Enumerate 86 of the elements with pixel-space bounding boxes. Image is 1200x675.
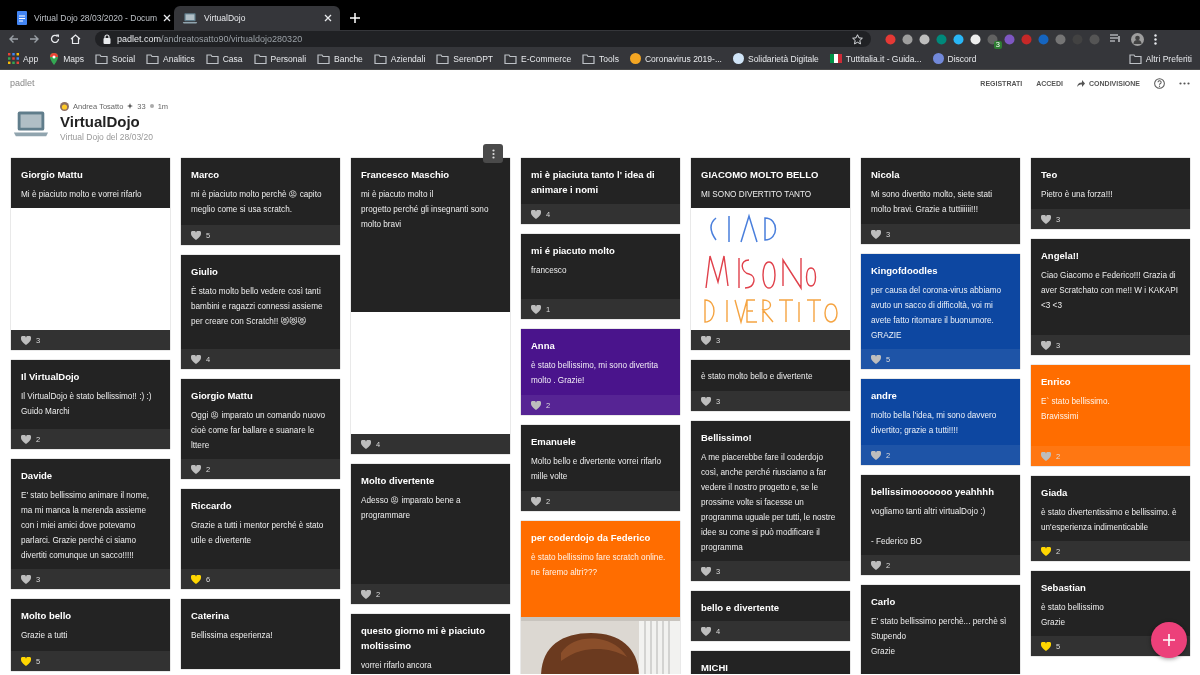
post-title: MICHI: [701, 661, 729, 674]
post-text: Pietro è una forza!!!: [1041, 189, 1114, 201]
post-card[interactable]: Carlo E' stato bellissimo perchè... perchè sì Stupendo Grazie: [861, 585, 1020, 674]
post-text: Mi sono divertito molto, siete stati molto bravi. Grazie a tuttiiiiii!!!: [871, 189, 994, 216]
bookmark[interactable]: Coronavirus 2019-...: [629, 53, 722, 64]
post-text: vogliamo tanti altri virtualDojo :) - Federico BO: [871, 506, 987, 548]
post-card[interactable]: questo giorno mi è piaciuto moltissimo vorrei rifarlo ancora: [351, 614, 510, 674]
post-title: Caterina: [191, 609, 230, 623]
bookmark[interactable]: Casa: [205, 53, 243, 64]
bookmark[interactable]: Aziendali: [373, 53, 426, 64]
post-text: Grazie a tutti: [21, 630, 69, 642]
post-title: Bellissimo!: [701, 431, 753, 445]
post-title: Davide: [21, 469, 54, 483]
post-text: Il VirtualDojo è stato bellissimo!! :) :) Guido Marchi: [21, 391, 153, 418]
post-title: Molto divertente: [361, 474, 436, 488]
bookmark[interactable]: Personali: [253, 53, 306, 64]
browser-tab[interactable]: VirtualDojo: [174, 6, 340, 30]
browser-tab[interactable]: Virtual Dojo 28/03/2020 - Docum: [8, 6, 174, 30]
post-text: Molto bello e divertente vorrei rifarlo mille volte: [531, 456, 663, 483]
post-title: Emanuele: [531, 435, 577, 449]
post-title: Francesco Maschio: [361, 168, 451, 182]
post-title: Giorgio Mattu: [21, 168, 84, 182]
post-text: mi è piaciuto molto perchè 😡 capito meglio come si usa scratch.: [191, 189, 323, 216]
post-title: mi é piacuto molto: [531, 244, 616, 258]
post-text: vorrei rifarlo ancora: [361, 660, 433, 672]
post-title: Enrico: [1041, 375, 1072, 389]
post-card[interactable]: MICHI: [691, 651, 850, 674]
post-text: Grazie a tutti i mentor perché è stato utile e divertente: [191, 520, 325, 547]
post-title: GIACOMO MOLTO BELLO: [701, 168, 820, 182]
post-text: E` stato bellissimo. Bravissimi: [1041, 396, 1111, 423]
post-title: per coderdojo da Federico: [531, 531, 652, 545]
post-title: Molto bello: [21, 609, 73, 623]
post-title: Giorgio Mattu: [191, 389, 254, 403]
post-title: Riccardo: [191, 499, 233, 513]
bookmark[interactable]: Banche: [317, 53, 363, 64]
bookmark[interactable]: Tools: [582, 53, 619, 64]
post-title: Giada: [1041, 486, 1069, 500]
bookmark[interactable]: Solidarietà Digitale: [732, 53, 819, 64]
post-title: Anna: [531, 339, 556, 353]
post-title: mi è piaciuta tanto l' idea di animare i nomi: [531, 168, 656, 197]
post-title: Il VirtualDojo: [21, 370, 81, 384]
bookmark[interactable]: Altri Preferiti: [1128, 53, 1192, 64]
post-text: è stato bellissimo Grazie: [1041, 602, 1105, 629]
post-text: Ciao Giacomo e Federico!!! Grazia di aver Scratchato con me!! W i KAKAPI <3 <3: [1041, 270, 1179, 312]
post-title: Sebastian: [1041, 581, 1087, 595]
board-title: VirtualDojo: [60, 113, 141, 131]
bookmark[interactable]: App: [8, 53, 39, 64]
post-title: Kingofdoodles: [871, 264, 939, 278]
post-title: Carlo: [871, 595, 897, 609]
post-text: A me piacerebbe fare il coderdojo così, anche perché riusciamo a far vedere il nostro progetto e, se le prossime volte si facesse un programma uguale per tutti, le nostre idee su come si può modificare il programma: [701, 452, 837, 554]
bookmark[interactable]: SerenDPT: [436, 53, 494, 64]
post-text: per causa del corona-virus abbiamo avuto un sacco di difficoltà, voi mi avete fatto ritornare il buonumore. GRAZIE: [871, 285, 1003, 342]
address-bar[interactable]: padlet.com/andreatosatto90/virtualdojo280320: [95, 31, 871, 47]
post-text: Oggi 😡 imparato un comando nuovo cioè come far ballare e suanare le lttere: [191, 410, 327, 452]
post-text: è stato bellissimo fare scratch online. ne faremo altri???: [531, 552, 667, 579]
post-text: E' stato bellissimo perchè... perchè sì Stupendo Grazie: [871, 616, 1008, 658]
post-title: andre: [871, 389, 898, 403]
bookmark[interactable]: Discord: [932, 53, 977, 64]
bookmark[interactable]: Maps: [49, 52, 84, 65]
bookmark[interactable]: Social: [94, 53, 136, 64]
post-text: Mi è piaciuto molto e vorrei rifarlo: [21, 189, 143, 201]
post-title: Giulio: [191, 265, 219, 279]
post-title: Angela!!: [1041, 249, 1080, 263]
post-text: E' stato bellissimo animare il nome, ma mi manca la merenda assieme con i miei amici dove potevamo parlarci. Grazie perché ci siamo divertiti comunque un sacco!!!!!: [21, 490, 151, 562]
bookmark[interactable]: Tuttitalia.it - Guida...: [829, 53, 922, 64]
post-title: Marco: [191, 168, 220, 182]
post-text: è stato bellissimo, mi sono divertita molto . Grazie!: [531, 360, 659, 387]
post-text: MI SONO DIVERTITO TANTO: [701, 189, 813, 201]
post-text: Adesso 😡 imparato bene a programmare: [361, 495, 462, 522]
post-title: bello e divertente: [701, 601, 781, 615]
post-title: questo giorno mi è piaciuto moltissimo: [361, 624, 487, 653]
post-card[interactable]: Caterina Bellissima esperienza!: [181, 599, 340, 669]
padlet-logo[interactable]: padlet: [10, 78, 35, 88]
post-text: mi è piacuto molto il progetto perché gli insegnanti sono molto bravi: [361, 189, 490, 231]
post-text: Bellissima esperienza!: [191, 630, 274, 642]
post-text: è stato molto bello e divertente: [701, 371, 814, 383]
board-subtitle: Virtual Dojo del 28/03/20: [60, 131, 154, 143]
post-title: Teo: [1041, 168, 1059, 182]
post-text: molto bella l'idea, mi sono davvero divertito; grazie a tutti!!!!: [871, 410, 998, 437]
post-text: è stato divertentissimo e bellissimo. è un'esperienza indimenticabile: [1041, 507, 1178, 534]
post-title: bellissimooooooo yeahhhh: [871, 485, 995, 499]
post-text: francesco: [531, 265, 568, 277]
bookmark[interactable]: Analitics: [146, 53, 195, 64]
post-text: È stato molto bello vedere così tanti bambini e ragazzi connessi assieme per creare con Scratch!! 😻😻😻: [191, 285, 324, 328]
bookmark[interactable]: E-Commerce: [504, 53, 572, 64]
post-title: Nicola: [871, 168, 901, 182]
